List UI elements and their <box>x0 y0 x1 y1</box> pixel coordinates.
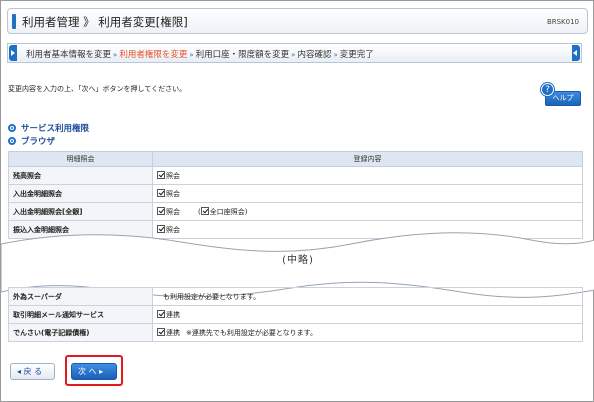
step-separator-icon: » <box>333 51 338 59</box>
step-item: 利用口座・限度額を変更 <box>195 50 290 60</box>
row-label: でんさい(電子記録債権) <box>8 323 153 342</box>
step-bar: 利用者基本情報を変更» 利用者権限を変更» 利用口座・限度額を変更» 内容確認» 変更完… <box>7 43 582 63</box>
checkbox-checked[interactable] <box>157 309 165 318</box>
paren: ) <box>244 207 248 216</box>
step-separator-icon: » <box>189 51 194 59</box>
checkbox-label: 照会 <box>166 189 180 198</box>
checkbox-label: 連携 <box>166 328 180 337</box>
question-icon: ? <box>541 83 554 96</box>
row-label: 残高照会 <box>8 166 153 185</box>
checkbox-label: 照会 <box>166 207 180 216</box>
sub-option: (全口座照会) <box>198 206 248 216</box>
table-row: 取引明細メール通知サービス 連携 <box>8 305 583 324</box>
row-value: 照会 <box>152 184 583 203</box>
step-item: 利用者権限を変更 <box>119 50 188 60</box>
step-item: 変更完了 <box>339 50 374 60</box>
screen-code: BRSK010 <box>546 18 579 26</box>
section-browser-heading: ブラウザ <box>8 135 55 147</box>
table-row: 入出金明細照会 照会 <box>8 184 583 203</box>
header-detail: 明細照会 <box>8 151 153 167</box>
checkbox-label: 連携 <box>166 310 180 319</box>
checkbox-checked[interactable] <box>157 206 165 215</box>
step-separator-icon: » <box>291 51 296 59</box>
step-item: 利用者基本情報を変更 <box>26 50 112 60</box>
bullet-icon <box>8 124 16 132</box>
table-row: 外為スーパーダ も利用設定が必要となります。 <box>8 287 583 306</box>
instruction-text: 変更内容を入力の上、「次へ」ボタンを押してください。 <box>8 85 187 93</box>
header-registered: 登録内容 <box>152 151 583 167</box>
row-value: 照会 <box>152 166 583 185</box>
step-left-arrow-icon <box>9 45 17 61</box>
row-value: 照会 (全口座照会) <box>152 202 583 221</box>
table-row: 入出金明細照会[全銀] 照会 (全口座照会) <box>8 202 583 221</box>
row-label: 外為スーパーダ <box>8 287 153 306</box>
checkbox-checked[interactable] <box>157 188 165 197</box>
row-value: 連携 <box>152 305 583 324</box>
permission-table-lower: 外為スーパーダ も利用設定が必要となります。 取引明細メール通知サービス 連携 でんさい… <box>8 287 583 342</box>
back-button[interactable]: ◂ 戻 る <box>10 363 55 380</box>
section-service-heading: サービス利用権限 <box>8 122 89 134</box>
step-right-arrow-icon <box>572 45 580 61</box>
row-label: 取引明細メール通知サービス <box>8 305 153 324</box>
page-header: 利用者管理 》 利用者変更[権限] BRSK010 <box>7 8 588 34</box>
checkbox-label: 照会 <box>166 171 180 180</box>
sub-option-label: 全口座照会 <box>209 207 245 216</box>
header-accent <box>12 14 16 29</box>
page-title: 利用者管理 》 利用者変更[権限] <box>22 15 188 29</box>
checkbox-checked[interactable] <box>157 170 165 179</box>
table-row: でんさい(電子記録債権) 連携 ※連携先でも利用設定が必要となります。 <box>8 323 583 342</box>
row-value: 連携 ※連携先でも利用設定が必要となります。 <box>152 323 583 342</box>
step-item: 内容確認 <box>297 50 332 60</box>
row-label: 入出金明細照会 <box>8 184 153 203</box>
row-value: も利用設定が必要となります。 <box>152 287 583 306</box>
section-service-label: サービス利用権限 <box>21 124 90 134</box>
bullet-icon <box>8 137 16 145</box>
section-browser-label: ブラウザ <box>21 137 56 147</box>
checkbox-checked[interactable] <box>157 327 165 336</box>
next-button[interactable]: 次 へ ▸ <box>71 363 117 380</box>
table-row: 残高照会 照会 <box>8 166 583 185</box>
row-label: 入出金明細照会[全銀] <box>8 202 153 221</box>
omission-label: (中略) <box>282 255 314 266</box>
row-note: ※連携先でも利用設定が必要となります。 <box>186 328 317 337</box>
checkbox-checked[interactable] <box>200 206 209 215</box>
step-separator-icon: » <box>113 51 118 59</box>
step-list: 利用者基本情報を変更» 利用者権限を変更» 利用口座・限度額を変更» 内容確認» 変更完… <box>26 48 374 60</box>
row-note: も利用設定が必要となります。 <box>163 292 261 301</box>
window: 利用者管理 》 利用者変更[権限] BRSK010 利用者基本情報を変更» 利用者… <box>0 0 594 402</box>
